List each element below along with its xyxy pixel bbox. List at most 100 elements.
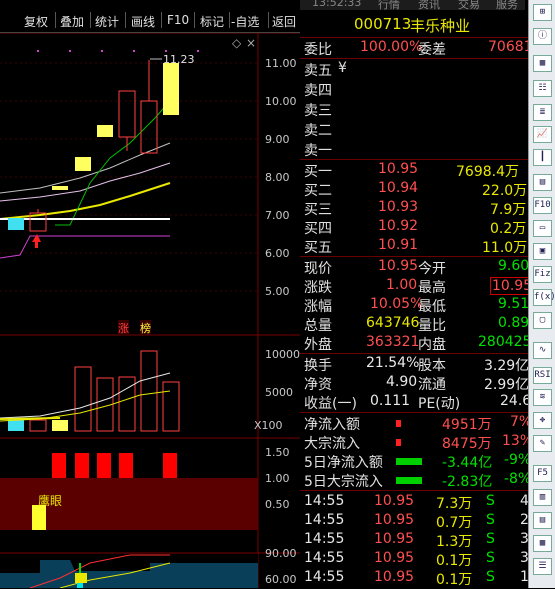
candle-5	[97, 125, 113, 137]
stat-row-turnover: 换手 21.54% 股本 3.29亿	[304, 355, 530, 374]
price-axis-label: 8.00	[265, 171, 290, 184]
box-tool-icon[interactable]: ▢	[533, 312, 552, 329]
bottom-axis-label: 60.00	[265, 573, 297, 586]
tick-row: 14:55 10.95 7.3万 S 4	[304, 493, 529, 512]
buy-row-2[interactable]: 买二 10.94 22.0万	[304, 180, 527, 199]
calc-tool-icon[interactable]: ▦	[533, 535, 552, 552]
fiz-icon[interactable]: Fiz	[533, 266, 552, 283]
sell-row-4: 卖四	[304, 83, 332, 99]
stack-tool-icon[interactable]: ≋	[533, 389, 552, 406]
sell-row-2: 卖二	[304, 123, 332, 139]
tick-row: 14:55 10.95 1.3万 S 3	[304, 531, 529, 550]
price-axis-label: 10.00	[265, 95, 297, 108]
stat-row-eps: 收益(一) 0.111 PE(动) 24.6	[304, 393, 532, 412]
volume-unit-label: X100	[254, 419, 283, 432]
indicator-axis-label: 0.50	[265, 498, 290, 511]
candle-6	[118, 90, 136, 138]
stock-name: 丰乐种业	[410, 17, 471, 35]
watchlist-button[interactable]: -自选	[231, 13, 259, 30]
stat-row-volume: 总量 643746 量比 0.89	[304, 315, 530, 334]
candle-3	[52, 186, 68, 190]
flow-row-5d-net: 5日净流入额 -3.44亿 -9%	[304, 452, 532, 471]
kline-chart[interactable]: ◇ × 11.23 11.00 10.00 9.00 8.00 7.00 6.0…	[0, 33, 300, 588]
weibi-value: 100.00%	[360, 39, 423, 55]
line-chart-icon[interactable]: 📈	[533, 126, 552, 143]
tick-row: 14:55 10.95 0.7万 S 2	[304, 512, 529, 531]
move-tool-icon[interactable]: ✥	[533, 412, 552, 429]
limit-up-badge: 涨	[118, 320, 129, 336]
fuquan-button[interactable]: 复权	[24, 13, 48, 30]
fx-icon[interactable]: f(x)	[533, 289, 555, 306]
menu-service[interactable]: 服务	[496, 0, 518, 10]
bar-tool-icon[interactable]: ▤	[533, 174, 552, 191]
indicator-axis-label: 1.50	[265, 446, 290, 459]
weibi-label: 委比	[304, 42, 332, 58]
weicha-value: 70681	[488, 39, 533, 55]
sell-row-1: 卖一	[304, 143, 332, 159]
f5-icon[interactable]: F5	[533, 465, 552, 482]
top-menu-strip: 13:52:33 行情 资讯 交易 服务	[300, 0, 525, 10]
buy-row-3[interactable]: 买三 10.93 7.9万	[304, 199, 526, 218]
stat-row-change: 涨跌 1.00 最高 10.95	[304, 277, 535, 296]
f10-button[interactable]: F10	[167, 13, 189, 27]
weibi-row: 委比 100.00% 委差 70681	[304, 39, 533, 58]
buy-row-1[interactable]: 买一 10.95 7698.4万	[304, 161, 526, 180]
kline-chart-icon[interactable]: ┃	[533, 149, 552, 166]
quote-tool-icon[interactable]: ⊞	[533, 4, 552, 21]
rsi-icon[interactable]: RSI	[533, 367, 552, 384]
doc-tool-icon[interactable]: ▭	[533, 220, 552, 237]
svg-text:×: ×	[246, 36, 256, 50]
sell-row-3: 卖三	[304, 103, 332, 119]
draw-line-button[interactable]: 画线	[131, 13, 155, 30]
table-tool-icon[interactable]: ☷	[533, 80, 552, 97]
bottom-axis-label: 90.00	[265, 547, 297, 560]
menu-trade[interactable]: 交易	[458, 0, 480, 10]
price-axis-label: 6.00	[265, 247, 290, 260]
list-tool-icon[interactable]: ≣	[533, 104, 552, 121]
mark-button[interactable]: 标记	[200, 13, 224, 30]
info-tool-icon[interactable]: ⓘ	[533, 28, 552, 45]
top-dot-markers	[37, 50, 199, 52]
price-axis-label: 11.00	[265, 57, 297, 70]
rank-badge: 榜	[140, 320, 151, 336]
chart-toolbar: 复权 叠加 统计 画线 F10 标记 -自选 返回	[0, 0, 300, 33]
stat-row-netasset: 净资 4.90 流通 2.99亿	[304, 374, 530, 393]
price-high-label: 11.23	[163, 53, 195, 66]
menu-tool-icon[interactable]: ☰	[533, 558, 552, 575]
stat-row-price: 现价 10.95 今开 9.60	[304, 258, 530, 277]
stat-row-outer: 外盘 363321 内盘 280425	[304, 334, 532, 353]
volume-axis-label: 5000	[265, 386, 293, 399]
stock-code: 000713	[354, 15, 412, 33]
sell-row-5: 卖五 ¥	[304, 60, 347, 79]
price-axis-label: 9.00	[265, 133, 290, 146]
wave-tool-icon[interactable]: ∿	[533, 342, 552, 359]
grid-tool-icon[interactable]: ▦	[533, 55, 552, 72]
pencil-icon[interactable]: ✎	[533, 435, 552, 452]
window-tool-icon[interactable]: ▥	[533, 489, 552, 506]
eagle-eye-label: 鹰眼	[38, 494, 63, 508]
candle-1	[8, 218, 24, 230]
price-axis-label: 5.00	[265, 285, 290, 298]
indicator-bars	[52, 453, 177, 478]
tick-row: 14:55 10.95 0.1万 S 3	[304, 550, 529, 569]
clock-text: 13:52:33	[312, 0, 362, 9]
overlay-button[interactable]: 叠加	[60, 13, 84, 30]
menu-news[interactable]: 资讯	[418, 0, 440, 10]
flow-row-5d-block: 5日大宗流入 -2.83亿 -8%	[304, 471, 532, 490]
back-button[interactable]: 返回	[272, 13, 296, 30]
flow-row-block: 大宗流入 8475万 13%	[304, 433, 534, 452]
tick-row: 14:55 10.95 0.1万 S 1	[304, 569, 529, 588]
f10-icon[interactable]: F10	[533, 197, 552, 214]
buy-row-4[interactable]: 买四 10.92 0.2万	[304, 218, 526, 237]
menu-quote[interactable]: 行情	[378, 0, 400, 10]
candle-7	[140, 100, 158, 154]
right-toolbar: ⊞ ⓘ ▦ ☷ ≣ 📈 ┃ ▤ F10 ▭ ▣ Fiz f(x) ▢ ∿ RSI…	[528, 0, 555, 588]
page-tool-icon[interactable]: ▤	[533, 512, 552, 529]
stat-row-pct: 涨幅 10.05% 最低 9.51	[304, 296, 530, 315]
stats-button[interactable]: 统计	[95, 13, 119, 30]
svg-text:◇: ◇	[232, 36, 242, 50]
candle-4	[75, 157, 91, 171]
cal-tool-icon[interactable]: ▣	[533, 243, 552, 260]
candle-8	[163, 63, 179, 115]
buy-row-5[interactable]: 买五 10.91 11.0万	[304, 237, 527, 256]
